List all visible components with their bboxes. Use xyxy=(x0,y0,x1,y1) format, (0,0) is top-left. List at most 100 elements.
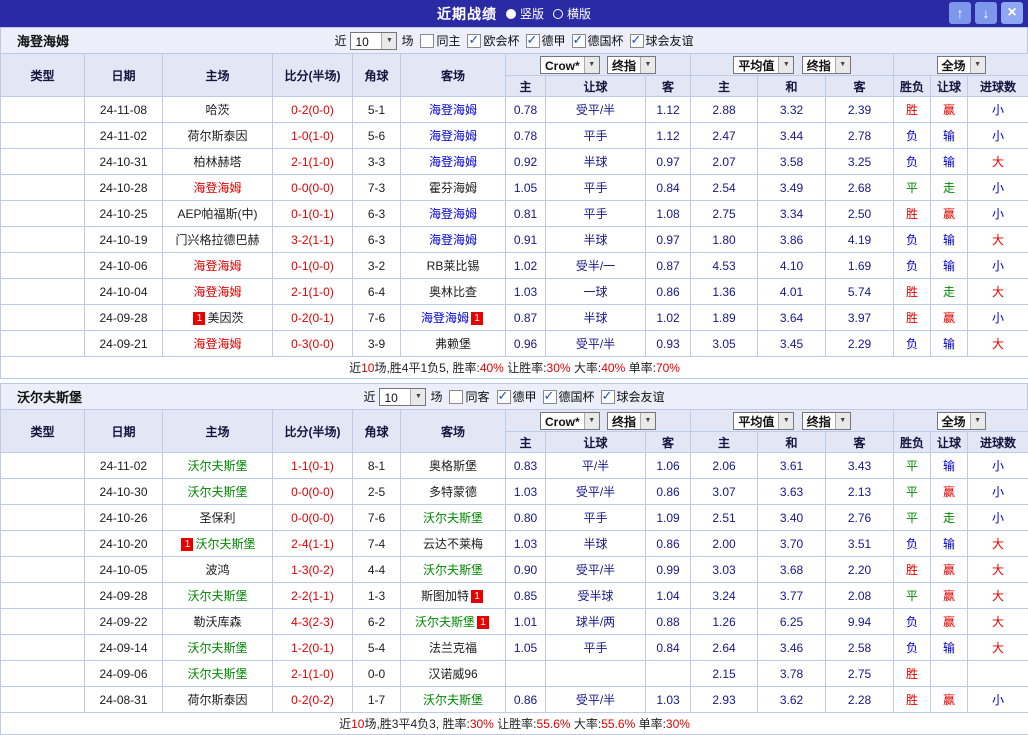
score-link[interactable]: 1-0(1-0) xyxy=(291,129,334,143)
home-team-name[interactable]: 荷尔斯泰因 xyxy=(187,129,247,143)
away-team-name[interactable]: 海登海姆 xyxy=(429,233,477,247)
odds-company-value: Crow* xyxy=(541,57,584,73)
home-team-name[interactable]: 勒沃库森 xyxy=(193,615,241,629)
home-team-name[interactable]: AEP帕福斯(中) xyxy=(177,207,257,221)
score-link[interactable]: 4-3(2-3) xyxy=(291,615,334,629)
scope-select[interactable]: 全场▼ xyxy=(937,412,986,430)
home-team-name[interactable]: 沃尔夫斯堡 xyxy=(187,641,247,655)
team-name: 海登海姆 xyxy=(17,31,69,50)
corner-cell: 6-4 xyxy=(353,279,401,305)
away-team-name[interactable]: 云达不莱梅 xyxy=(423,537,483,551)
score-link[interactable]: 0-0(0-0) xyxy=(291,511,334,525)
home-team-name[interactable]: 海登海姆 xyxy=(193,181,241,195)
away-team-name[interactable]: 霍芬海姆 xyxy=(429,181,477,195)
league-checkbox-0-0[interactable]: 欧会杯 xyxy=(467,32,519,49)
home-team-name[interactable]: 柏林赫塔 xyxy=(193,155,241,169)
away-team-name[interactable]: 斯图加特 xyxy=(421,589,469,603)
home-team-name[interactable]: 波鸿 xyxy=(205,563,229,577)
match-row: 德国杯24-10-30沃尔夫斯堡0-0(0-0)2-5多特蒙德1.03受平/半0… xyxy=(1,479,1028,505)
away-team-name[interactable]: 沃尔夫斯堡 xyxy=(423,693,483,707)
away-team-name[interactable]: 弗赖堡 xyxy=(435,337,471,351)
home-team-cell: 海登海姆 xyxy=(163,253,273,279)
recent-count-select[interactable]: 10▼ xyxy=(379,388,426,406)
home-team-name[interactable]: 哈茨 xyxy=(205,103,229,117)
avg-stage-select[interactable]: 终指▼ xyxy=(802,412,851,430)
league-checkbox-1-2[interactable]: 球会友谊 xyxy=(601,388,665,405)
same-venue-checkbox[interactable]: 同主 xyxy=(420,32,460,49)
away-team-name[interactable]: 多特蒙德 xyxy=(429,485,477,499)
score-link[interactable]: 2-1(1-0) xyxy=(291,667,334,681)
score-link[interactable]: 3-2(1-1) xyxy=(291,233,334,247)
layout-radio-vertical[interactable]: 竖版 xyxy=(506,5,544,22)
score-link[interactable]: 0-2(0-0) xyxy=(291,103,334,117)
home-team-name[interactable]: 沃尔夫斯堡 xyxy=(187,485,247,499)
move-down-button[interactable]: ↓ xyxy=(975,2,997,24)
score-link[interactable]: 0-1(0-0) xyxy=(291,259,334,273)
score-link[interactable]: 0-2(0-1) xyxy=(291,311,334,325)
away-team-name[interactable]: 沃尔夫斯堡 xyxy=(423,511,483,525)
league-checkbox-0-3[interactable]: 球会友谊 xyxy=(630,32,694,49)
score-link[interactable]: 1-3(0-2) xyxy=(291,563,334,577)
same-venue-checkbox[interactable]: 同客 xyxy=(449,388,489,405)
score-link[interactable]: 0-0(0-0) xyxy=(291,181,334,195)
score-link[interactable]: 2-1(1-0) xyxy=(291,285,334,299)
away-team-name[interactable]: 海登海姆 xyxy=(429,129,477,143)
league-checkbox-1-0[interactable]: 德甲 xyxy=(497,388,537,405)
avg-odds-select[interactable]: 平均值▼ xyxy=(733,412,794,430)
score-link[interactable]: 0-1(0-1) xyxy=(291,207,334,221)
away-team-name[interactable]: 奥格斯堡 xyxy=(429,459,477,473)
away-team-name[interactable]: 法兰克福 xyxy=(429,641,477,655)
avg-odds-select[interactable]: 平均值▼ xyxy=(733,56,794,74)
score-link[interactable]: 2-1(1-0) xyxy=(291,155,334,169)
home-team-name[interactable]: 海登海姆 xyxy=(193,259,241,273)
away-team-name[interactable]: 海登海姆 xyxy=(429,103,477,117)
home-team-name[interactable]: 美因茨 xyxy=(207,311,243,325)
scope-select[interactable]: 全场▼ xyxy=(937,56,986,74)
score-cell: 0-0(0-0) xyxy=(273,479,353,505)
league-checkbox-1-1[interactable]: 德国杯 xyxy=(543,388,595,405)
away-team-name[interactable]: 奥林比查 xyxy=(429,285,477,299)
away-team-name[interactable]: RB莱比锡 xyxy=(427,259,480,273)
match-row: 德甲24-11-02荷尔斯泰因1-0(1-0)5-6海登海姆0.78平手1.12… xyxy=(1,123,1028,149)
home-team-name[interactable]: 沃尔夫斯堡 xyxy=(187,589,247,603)
home-team-name[interactable]: 圣保利 xyxy=(199,511,235,525)
home-team-name[interactable]: 海登海姆 xyxy=(193,337,241,351)
odds-company-select[interactable]: Crow*▼ xyxy=(540,56,600,74)
league-checkbox-0-2[interactable]: 德国杯 xyxy=(572,32,624,49)
home-team-name[interactable]: 沃尔夫斯堡 xyxy=(187,667,247,681)
home-team-name[interactable]: 海登海姆 xyxy=(193,285,241,299)
score-link[interactable]: 2-2(1-1) xyxy=(291,589,334,603)
score-link[interactable]: 1-1(0-1) xyxy=(291,459,334,473)
odds-stage-select[interactable]: 终指▼ xyxy=(607,56,656,74)
odds-stage-select[interactable]: 终指▼ xyxy=(607,412,656,430)
chevron-down-icon: ▼ xyxy=(835,57,850,73)
footer-segment: 让胜率: xyxy=(504,361,547,375)
handicap-result-cell: 输 xyxy=(931,253,968,279)
home-team-name[interactable]: 沃尔夫斯堡 xyxy=(187,459,247,473)
league-checkbox-0-1[interactable]: 德甲 xyxy=(526,32,566,49)
score-link[interactable]: 0-3(0-0) xyxy=(291,337,334,351)
close-button[interactable]: × xyxy=(1001,2,1023,24)
goals-cell: 小 xyxy=(968,123,1028,149)
layout-radio-horizontal[interactable]: 横版 xyxy=(553,5,591,22)
home-team-name[interactable]: 门兴格拉德巴赫 xyxy=(175,233,259,247)
corner-cell: 1-7 xyxy=(353,687,401,713)
away-team-name[interactable]: 海登海姆 xyxy=(429,207,477,221)
home-team-name[interactable]: 沃尔夫斯堡 xyxy=(195,537,255,551)
home-odds-cell: 0.91 xyxy=(506,227,546,253)
away-team-name[interactable]: 海登海姆 xyxy=(429,155,477,169)
away-team-name[interactable]: 沃尔夫斯堡 xyxy=(423,563,483,577)
home-team-name[interactable]: 荷尔斯泰因 xyxy=(187,693,247,707)
recent-count-select[interactable]: 10▼ xyxy=(350,32,397,50)
avg-stage-select[interactable]: 终指▼ xyxy=(802,56,851,74)
score-link[interactable]: 1-2(0-1) xyxy=(291,641,334,655)
away-team-name[interactable]: 汉诺威96 xyxy=(428,667,477,681)
away-team-name[interactable]: 沃尔夫斯堡 xyxy=(415,615,475,629)
away-team-name[interactable]: 海登海姆 xyxy=(421,311,469,325)
score-link[interactable]: 2-4(1-1) xyxy=(291,537,334,551)
avg-odds-value: 平均值 xyxy=(734,57,778,73)
odds-company-select[interactable]: Crow*▼ xyxy=(540,412,600,430)
move-up-button[interactable]: ↑ xyxy=(949,2,971,24)
score-link[interactable]: 0-0(0-0) xyxy=(291,485,334,499)
score-link[interactable]: 0-2(0-2) xyxy=(291,693,334,707)
